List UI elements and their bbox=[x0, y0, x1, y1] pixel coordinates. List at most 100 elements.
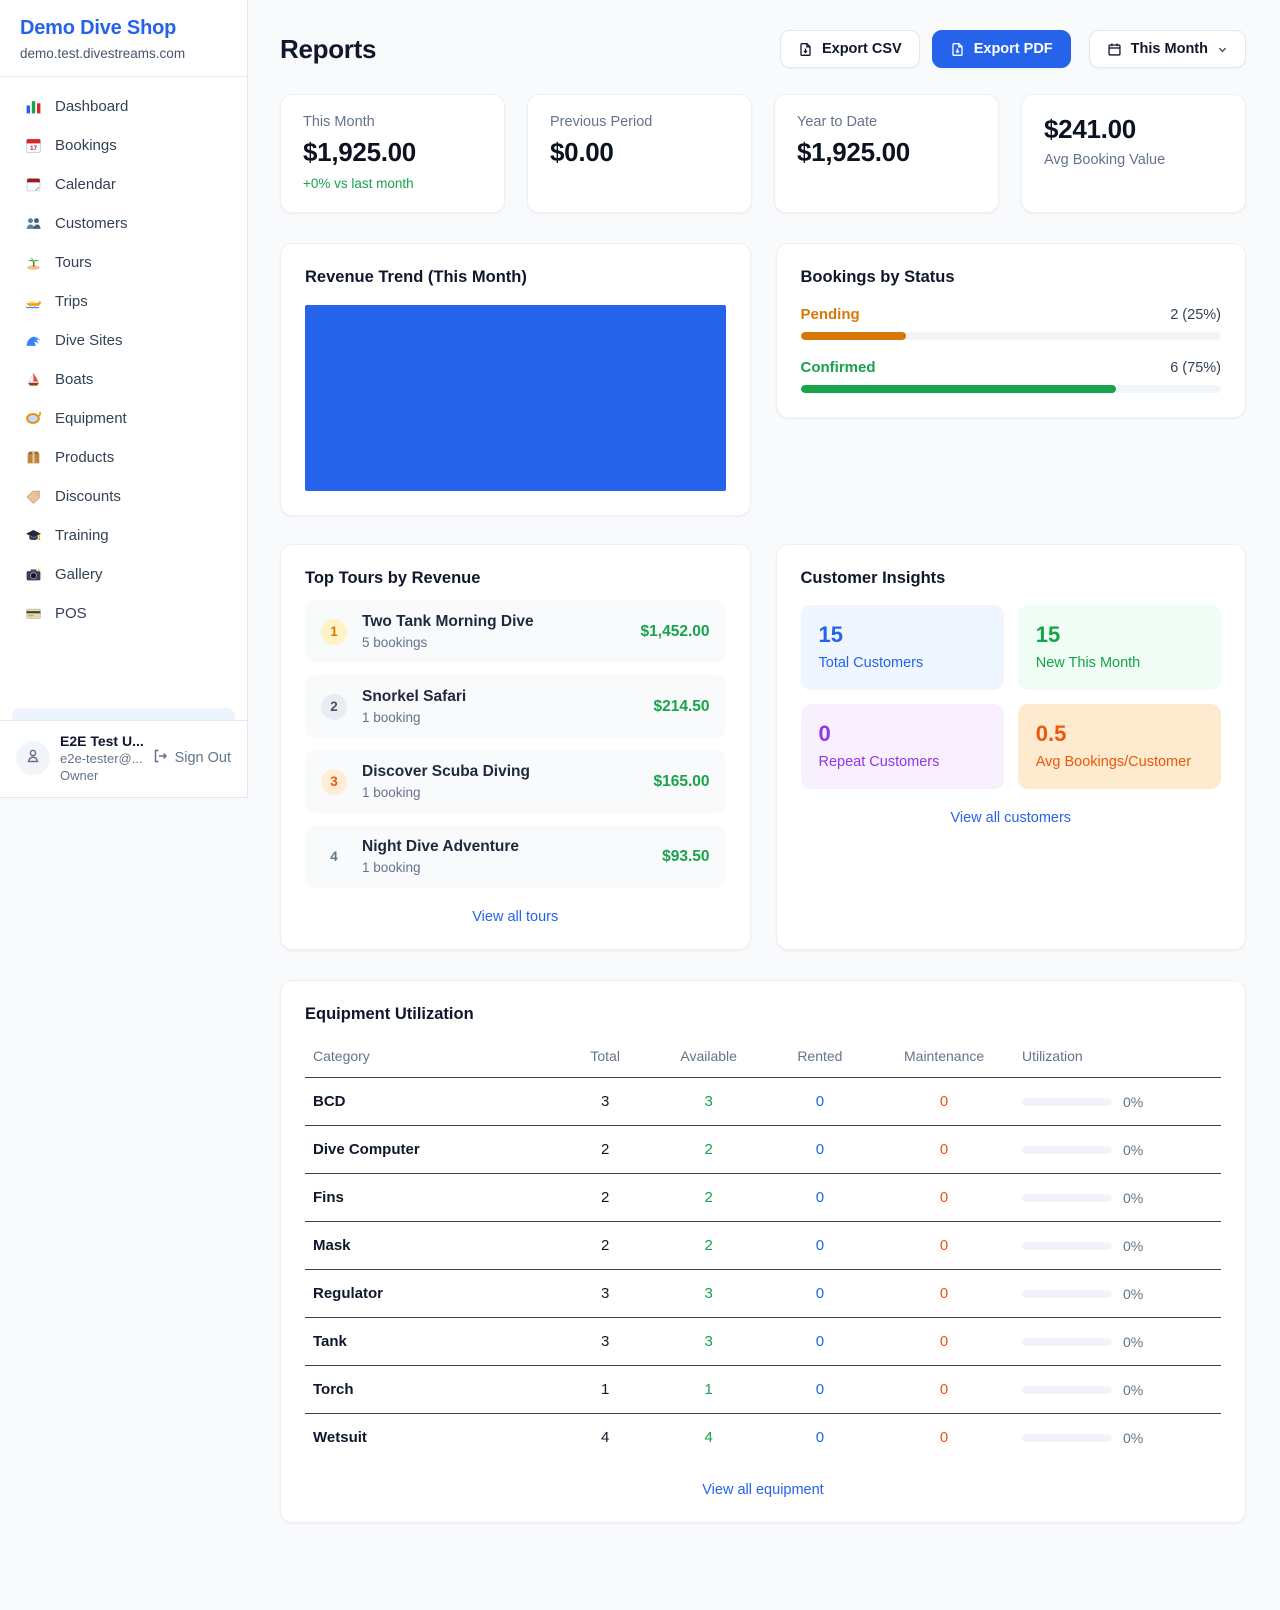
equipment-category: Mask bbox=[305, 1222, 559, 1270]
insight-tiles: 15 Total Customers 15 New This Month 0 R… bbox=[801, 605, 1222, 789]
equipment-utilization-card: Equipment Utilization Category Total Ava… bbox=[280, 980, 1246, 1523]
bar-chart-icon bbox=[24, 97, 42, 115]
sidebar-item-label: Equipment bbox=[55, 410, 127, 427]
bookings-by-status-title: Bookings by Status bbox=[801, 268, 1222, 287]
tour-bookings: 1 booking bbox=[362, 860, 519, 875]
sidebar-item-label: Customers bbox=[55, 215, 128, 232]
stat-card-previous-period: Previous Period $0.00 bbox=[527, 94, 752, 213]
sidebar-item-calendar[interactable]: Calendar bbox=[12, 165, 235, 203]
calendar-icon bbox=[24, 175, 42, 193]
sidebar-item-label: Gallery bbox=[55, 566, 103, 583]
sidebar-item-training[interactable]: Training bbox=[12, 516, 235, 554]
utilization-percent: 0% bbox=[1123, 1334, 1143, 1350]
equipment-available: 1 bbox=[652, 1366, 766, 1414]
tour-bookings: 1 booking bbox=[362, 710, 466, 725]
equipment-category: Torch bbox=[305, 1366, 559, 1414]
equipment-utilization-title: Equipment Utilization bbox=[305, 1005, 1221, 1024]
customer-insights-title: Customer Insights bbox=[801, 569, 1222, 588]
shop-name: Demo Dive Shop bbox=[20, 17, 227, 40]
stat-label: This Month bbox=[303, 114, 482, 130]
bookings-by-status-card: Bookings by Status Pending 2 (25%) Confi… bbox=[776, 243, 1247, 418]
stat-cards: This Month $1,925.00 +0% vs last month P… bbox=[280, 94, 1246, 213]
sidebar-item-dashboard[interactable]: Dashboard bbox=[12, 87, 235, 125]
tour-bookings: 1 booking bbox=[362, 785, 530, 800]
export-csv-button[interactable]: Export CSV bbox=[780, 30, 920, 68]
user-avatar bbox=[16, 741, 50, 775]
status-value: 2 (25%) bbox=[1170, 307, 1221, 323]
tour-list: 1 Two Tank Morning Dive 5 bookings $1,45… bbox=[305, 600, 726, 888]
utilization-percent: 0% bbox=[1123, 1286, 1143, 1302]
equipment-rented: 0 bbox=[766, 1366, 875, 1414]
user-name: E2E Test U... bbox=[60, 733, 142, 749]
status-confirmed: Confirmed 6 (75%) bbox=[801, 359, 1222, 393]
equipment-maintenance: 0 bbox=[874, 1318, 1014, 1366]
view-all-customers-link[interactable]: View all customers bbox=[801, 810, 1222, 826]
graduation-cap-icon bbox=[24, 526, 42, 544]
sign-out-button[interactable]: Sign Out bbox=[152, 748, 231, 768]
status-value: 6 (75%) bbox=[1170, 360, 1221, 376]
equipment-available: 4 bbox=[652, 1414, 766, 1462]
page-title: Reports bbox=[280, 34, 376, 65]
equipment-total: 2 bbox=[559, 1126, 652, 1174]
utilization-percent: 0% bbox=[1123, 1430, 1143, 1446]
sidebar-item-gallery[interactable]: Gallery bbox=[12, 555, 235, 593]
tour-row: 3 Discover Scuba Diving 1 booking $165.0… bbox=[305, 750, 726, 813]
page-header: Reports Export CSV Export bbox=[280, 30, 1246, 68]
equipment-rented: 0 bbox=[766, 1270, 875, 1318]
top-tours-title: Top Tours by Revenue bbox=[305, 569, 726, 588]
export-pdf-label: Export PDF bbox=[974, 41, 1053, 57]
equipment-maintenance: 0 bbox=[874, 1174, 1014, 1222]
tile-new-this-month: 15 New This Month bbox=[1018, 605, 1221, 690]
equipment-total: 1 bbox=[559, 1366, 652, 1414]
sidebar-item-label: Boats bbox=[55, 371, 93, 388]
sidebar-item-bookings[interactable]: 17 Bookings bbox=[12, 126, 235, 164]
column-header-rented: Rented bbox=[766, 1036, 875, 1078]
equipment-category: Wetsuit bbox=[305, 1414, 559, 1462]
equipment-category: Fins bbox=[305, 1174, 559, 1222]
sidebar-item-equipment[interactable]: Equipment bbox=[12, 399, 235, 437]
tile-value: 15 bbox=[819, 622, 986, 648]
export-pdf-button[interactable]: Export PDF bbox=[932, 30, 1071, 68]
tag-icon bbox=[24, 487, 42, 505]
person-icon bbox=[24, 747, 42, 770]
status-bar-fill bbox=[801, 332, 906, 340]
sidebar-item-tours[interactable]: Tours bbox=[12, 243, 235, 281]
chevron-down-icon bbox=[1217, 44, 1228, 55]
stat-label: Previous Period bbox=[550, 114, 729, 130]
equipment-available: 3 bbox=[652, 1270, 766, 1318]
camera-icon bbox=[24, 565, 42, 583]
view-all-equipment-link[interactable]: View all equipment bbox=[305, 1482, 1221, 1498]
customer-insights-card: Customer Insights 15 Total Customers 15 … bbox=[776, 544, 1247, 950]
sidebar-item-trips[interactable]: Trips bbox=[12, 282, 235, 320]
tile-value: 0.5 bbox=[1036, 721, 1203, 747]
utilization-percent: 0% bbox=[1123, 1094, 1143, 1110]
equipment-row: Fins 2 2 0 0 0% bbox=[305, 1174, 1221, 1222]
tour-row: 4 Night Dive Adventure 1 booking $93.50 bbox=[305, 825, 726, 888]
sidebar-item-pos[interactable]: POS bbox=[12, 594, 235, 632]
tour-revenue: $165.00 bbox=[653, 773, 709, 791]
equipment-table: Category Total Available Rented Maintena… bbox=[305, 1036, 1221, 1461]
utilization-percent: 0% bbox=[1123, 1190, 1143, 1206]
equipment-maintenance: 0 bbox=[874, 1126, 1014, 1174]
sidebar-item-dive-sites[interactable]: Dive Sites bbox=[12, 321, 235, 359]
equipment-available: 3 bbox=[652, 1318, 766, 1366]
view-all-tours-link[interactable]: View all tours bbox=[305, 909, 726, 925]
user-info: E2E Test U... e2e-tester@... Owner bbox=[60, 733, 142, 783]
sidebar-item-boats[interactable]: Boats bbox=[12, 360, 235, 398]
column-header-utilization: Utilization bbox=[1014, 1036, 1221, 1078]
sidebar-item-reports-active-partial[interactable] bbox=[12, 708, 235, 720]
equipment-rented: 0 bbox=[766, 1078, 875, 1126]
sidebar-item-discounts[interactable]: Discounts bbox=[12, 477, 235, 515]
equipment-row: BCD 3 3 0 0 0% bbox=[305, 1078, 1221, 1126]
sidebar-item-customers[interactable]: Customers bbox=[12, 204, 235, 242]
equipment-category: Tank bbox=[305, 1318, 559, 1366]
equipment-maintenance: 0 bbox=[874, 1270, 1014, 1318]
sidebar-item-label: Calendar bbox=[55, 176, 116, 193]
equipment-rented: 0 bbox=[766, 1126, 875, 1174]
sidebar-item-products[interactable]: Products bbox=[12, 438, 235, 476]
utilization-bar bbox=[1022, 1098, 1112, 1106]
period-dropdown[interactable]: This Month bbox=[1089, 30, 1246, 68]
insights-row: Top Tours by Revenue 1 Two Tank Morning … bbox=[280, 544, 1246, 950]
tile-value: 15 bbox=[1036, 622, 1203, 648]
equipment-row: Regulator 3 3 0 0 0% bbox=[305, 1270, 1221, 1318]
